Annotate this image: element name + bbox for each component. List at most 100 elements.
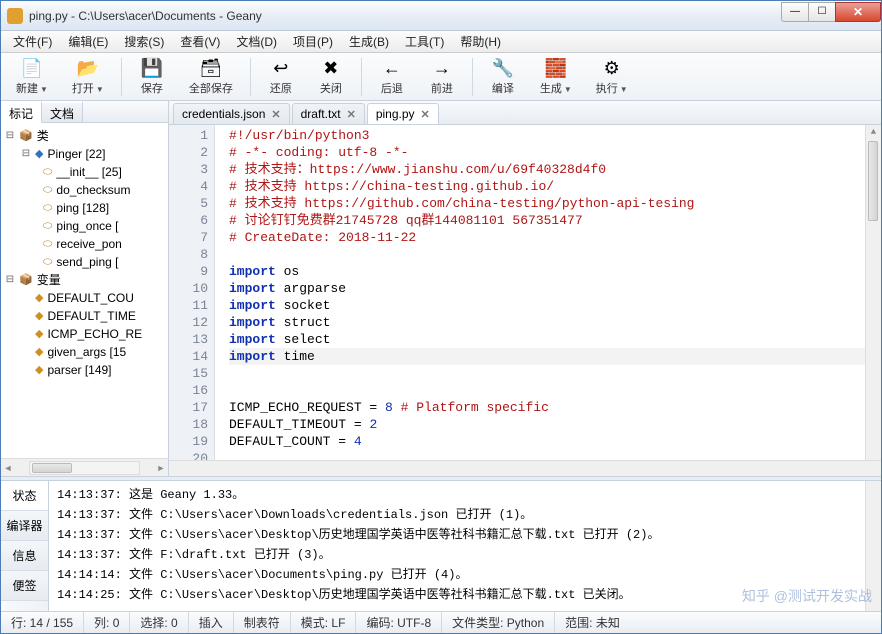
tree-section[interactable]: ⊟📦类 — [3, 127, 166, 145]
window-close-button[interactable]: ✕ — [835, 2, 881, 22]
message-panel: 状态编译器信息便签 14:13:37: 这是 Geany 1.33。14:13:… — [1, 481, 881, 611]
sidebar: 标记 文档 ⊟📦类⊟◆Pinger [22]⬭__init__ [25]⬭do_… — [1, 101, 169, 476]
tree-item[interactable]: ⬭receive_pon — [3, 235, 166, 253]
tool-label: 前进 — [431, 80, 453, 96]
revert-button[interactable]: ↩还原 — [257, 54, 305, 99]
separator — [361, 58, 362, 96]
tree-item[interactable]: ⬭ping [128] — [3, 199, 166, 217]
compile-button[interactable]: 🔧编译 — [479, 54, 527, 99]
tree-item[interactable]: ⬭send_ping [ — [3, 253, 166, 271]
menu-工具(T)[interactable]: 工具(T) — [397, 31, 452, 52]
tool-label: 还原 — [270, 80, 292, 96]
minimize-button[interactable]: — — [781, 2, 809, 22]
status-encoding[interactable]: 编码: UTF-8 — [356, 612, 442, 633]
sidebar-tab-symbols[interactable]: 标记 — [1, 101, 42, 123]
save-button[interactable]: 💾保存 — [128, 54, 176, 99]
tree-item[interactable]: ◆ICMP_ECHO_RE — [3, 325, 166, 343]
message-line: 14:13:37: 文件 C:\Users\acer\Desktop\历史地理国… — [57, 525, 857, 545]
build-button[interactable]: 🧱生成▼ — [529, 54, 583, 99]
tab-label: credentials.json — [182, 107, 265, 121]
msg-tab-编译器[interactable]: 编译器 — [1, 511, 48, 541]
tree-item[interactable]: ◆DEFAULT_TIME — [3, 307, 166, 325]
close-icon[interactable]: ✕ — [347, 108, 356, 121]
save-all-button[interactable]: 🗃全部保存 — [178, 54, 244, 99]
sidebar-tabs: 标记 文档 — [1, 101, 168, 123]
maximize-button[interactable]: ☐ — [808, 2, 836, 22]
tree-item[interactable]: ⊟◆Pinger [22] — [3, 145, 166, 163]
editor-tab[interactable]: draft.txt✕ — [292, 103, 365, 124]
forward-icon: → — [431, 57, 453, 79]
editor-tabs: credentials.json✕draft.txt✕ping.py✕ — [169, 101, 881, 125]
menu-查看(V)[interactable]: 查看(V) — [172, 31, 228, 52]
message-line: 14:14:25: 文件 C:\Users\acer\Desktop\历史地理国… — [57, 585, 857, 605]
menu-文件(F)[interactable]: 文件(F) — [5, 31, 60, 52]
msg-tab-便签[interactable]: 便签 — [1, 571, 48, 601]
message-line: 14:13:37: 这是 Geany 1.33。 — [57, 485, 857, 505]
menu-编辑(E)[interactable]: 编辑(E) — [60, 31, 116, 52]
menu-帮助(H)[interactable]: 帮助(H) — [452, 31, 509, 52]
status-sel: 选择: 0 — [130, 612, 188, 633]
tree-item[interactable]: ⬭do_checksum — [3, 181, 166, 199]
sidebar-tab-documents[interactable]: 文档 — [42, 101, 83, 122]
status-eol[interactable]: 模式: LF — [291, 612, 357, 633]
tree-item[interactable]: ⬭ping_once [ — [3, 217, 166, 235]
status-filetype[interactable]: 文件类型: Python — [442, 612, 555, 633]
tree-item[interactable]: ◆DEFAULT_COU — [3, 289, 166, 307]
msg-tab-信息[interactable]: 信息 — [1, 541, 48, 571]
sidebar-hscroll[interactable]: ◄► — [1, 458, 168, 476]
open-icon: 📂 — [77, 57, 99, 79]
build-icon: 🧱 — [545, 57, 567, 79]
message-tabs: 状态编译器信息便签 — [1, 481, 49, 611]
status-scope: 范围: 未知 — [555, 612, 630, 633]
new-button[interactable]: 📄新建▼ — [5, 54, 59, 99]
code-view[interactable]: #!/usr/bin/python3# -*- coding: utf-8 -*… — [215, 125, 865, 460]
back-button[interactable]: ←后退 — [368, 54, 416, 99]
new-icon: 📄 — [21, 57, 43, 79]
message-line: 14:13:37: 文件 C:\Users\acer\Downloads\cre… — [57, 505, 857, 525]
tool-label: 新建▼ — [16, 80, 48, 96]
back-icon: ← — [381, 57, 403, 79]
tree-item[interactable]: ⬭__init__ [25] — [3, 163, 166, 181]
toolbar: 📄新建▼📂打开▼💾保存🗃全部保存↩还原✖关闭←后退→前进🔧编译🧱生成▼⚙执行▼ — [1, 53, 881, 101]
menubar: 文件(F)编辑(E)搜索(S)查看(V)文档(D)项目(P)生成(B)工具(T)… — [1, 31, 881, 53]
close-icon[interactable]: ✕ — [421, 108, 430, 121]
save-all-icon: 🗃 — [200, 57, 222, 79]
tab-label: ping.py — [376, 107, 415, 121]
window-title: ping.py - C:\Users\acer\Documents - Gean… — [29, 9, 782, 23]
status-col: 列: 0 — [84, 612, 130, 633]
status-messages[interactable]: 14:13:37: 这是 Geany 1.33。14:13:37: 文件 C:\… — [49, 481, 865, 611]
close-icon[interactable]: ✕ — [271, 108, 280, 121]
forward-button[interactable]: →前进 — [418, 54, 466, 99]
status-tabmode[interactable]: 制表符 — [234, 612, 291, 633]
revert-icon: ↩ — [270, 57, 292, 79]
tree-item[interactable]: ◆parser [149] — [3, 361, 166, 379]
messages-vscroll[interactable] — [865, 481, 881, 611]
symbol-tree[interactable]: ⊟📦类⊟◆Pinger [22]⬭__init__ [25]⬭do_checks… — [1, 123, 168, 458]
menu-搜索(S)[interactable]: 搜索(S) — [116, 31, 172, 52]
status-insert[interactable]: 插入 — [189, 612, 234, 633]
status-line: 行: 14 / 155 — [1, 612, 84, 633]
close-button[interactable]: ✖关闭 — [307, 54, 355, 99]
menu-生成(B)[interactable]: 生成(B) — [341, 31, 397, 52]
tree-section[interactable]: ⊟📦变量 — [3, 271, 166, 289]
tool-label: 打开▼ — [72, 80, 104, 96]
open-button[interactable]: 📂打开▼ — [61, 54, 115, 99]
msg-tab-状态[interactable]: 状态 — [1, 481, 48, 511]
editor-tab[interactable]: ping.py ✕ — [367, 103, 439, 124]
editor-hscroll[interactable] — [169, 460, 881, 476]
editor-tab[interactable]: credentials.json ✕ — [173, 103, 290, 124]
run-button[interactable]: ⚙执行▼ — [585, 54, 639, 99]
compile-icon: 🔧 — [492, 57, 514, 79]
separator — [472, 58, 473, 96]
tool-label: 关闭 — [320, 80, 342, 96]
menu-文档(D)[interactable]: 文档(D) — [228, 31, 285, 52]
message-line: 14:13:37: 文件 F:\draft.txt 已打开 (3)。 — [57, 545, 857, 565]
editor-vscroll[interactable]: ▲ — [865, 125, 881, 460]
tool-label: 编译 — [492, 80, 514, 96]
statusbar: 行: 14 / 155 列: 0 选择: 0 插入 制表符 模式: LF 编码:… — [1, 611, 881, 633]
message-line: 14:14:14: 文件 C:\Users\acer\Documents\pin… — [57, 565, 857, 585]
separator — [250, 58, 251, 96]
line-gutter: 1234567891011121314151617181920 — [169, 125, 215, 460]
menu-项目(P)[interactable]: 项目(P) — [285, 31, 341, 52]
tree-item[interactable]: ◆given_args [15 — [3, 343, 166, 361]
